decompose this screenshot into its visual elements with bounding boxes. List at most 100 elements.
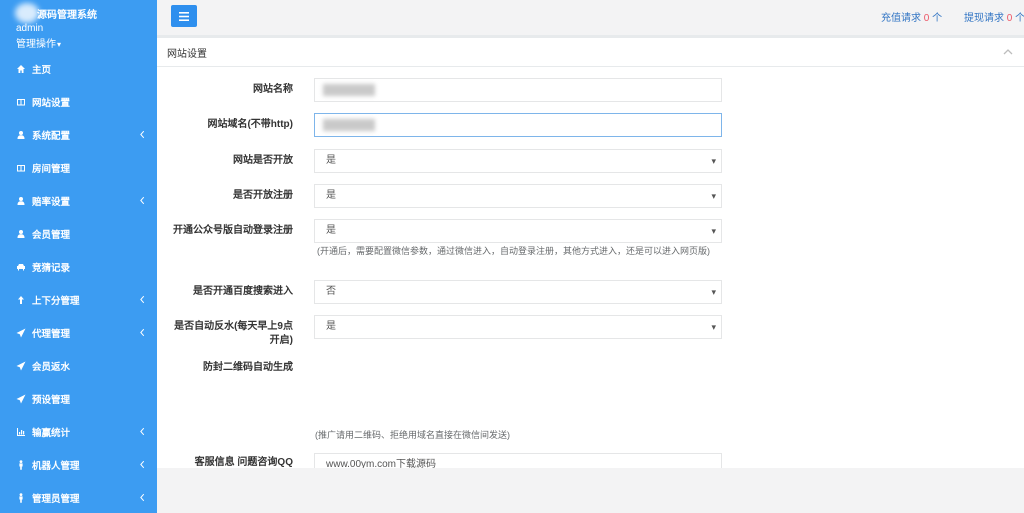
wechat-auto-login-label: 开通公众号版自动登录注册 (173, 225, 293, 236)
panel-title: 网站设置 (167, 49, 207, 60)
site-name-label: 网站名称 (253, 84, 293, 95)
caret-down-icon: ▾ (711, 226, 716, 236)
site-open-select[interactable]: 是 ▾ (314, 149, 722, 173)
chevron-left-icon (140, 427, 145, 436)
male-icon (16, 492, 26, 503)
chevron-up-icon[interactable] (1003, 48, 1013, 55)
chevron-left-icon (140, 328, 145, 337)
select-value: 否 (326, 286, 336, 297)
input-value: www.00ym.com下载源码 (326, 459, 437, 468)
brand-logo (15, 3, 39, 23)
caret-down-icon: ▾ (711, 156, 716, 166)
wechat-auto-login-help: (开通后，需要配置微信参数，通过微信进入，自动登录注册，其他方式进入，还是可以进… (317, 246, 710, 256)
user-icon (16, 229, 26, 239)
caret-down-icon: ▾ (711, 191, 716, 201)
sidebar-item-bet-records[interactable]: 竞猜记录 (0, 250, 157, 283)
withdraw-requests-unit: 个 (1015, 13, 1024, 24)
sidebar-item-site-settings[interactable]: 网站设置 (0, 85, 157, 118)
caret-down-icon: ▾ (57, 40, 62, 49)
auto-rebate-select[interactable]: 是 ▾ (314, 315, 722, 339)
wechat-auto-login-select[interactable]: 是 ▾ (314, 219, 722, 243)
withdraw-requests-label: 提现请求 (964, 13, 1004, 24)
home-icon (16, 64, 26, 74)
withdraw-requests-link[interactable]: 提现请求 0 个 (964, 9, 1024, 24)
sidebar-item-room-management[interactable]: 房间管理 (0, 151, 157, 184)
sidebar-item-label: 管理员管理 (32, 493, 80, 505)
columns-icon (16, 163, 26, 173)
baidu-search-label: 是否开通百度搜索进入 (193, 286, 293, 297)
level-up-icon (16, 295, 26, 305)
bar-chart-icon (16, 427, 26, 437)
user-name: admin (16, 23, 44, 34)
blurred-value (323, 84, 375, 96)
send-icon (16, 328, 26, 338)
sidebar-item-label: 主页 (32, 64, 52, 76)
male-icon (16, 459, 26, 470)
sidebar-item-label: 上下分管理 (32, 295, 80, 307)
sidebar-toggle-button[interactable] (171, 5, 197, 27)
blurred-value (323, 119, 375, 131)
anti-block-qr-help: (推广请用二维码、拒绝用域名直接在微信间发送) (315, 430, 510, 440)
select-value: 是 (326, 155, 336, 166)
user-menu-toggle[interactable]: 管理操作▾ (16, 35, 61, 50)
send-icon (16, 394, 26, 404)
sidebar-item-label: 机器人管理 (32, 460, 80, 472)
top-navbar: 充值请求 0 个 提现请求 0 个 (157, 0, 1024, 35)
recharge-requests-count: 0 (923, 13, 930, 24)
sidebar-item-win-loss-stats[interactable]: 输赢统计 (0, 415, 157, 448)
site-open-label: 网站是否开放 (233, 155, 293, 166)
recharge-requests-label: 充值请求 (881, 13, 921, 24)
withdraw-requests-count: 0 (1006, 13, 1013, 24)
customer-service-label: 客服信息 问题咨询QQ (194, 457, 293, 468)
sidebar-item-preset-management[interactable]: 预设管理 (0, 382, 157, 415)
brand-title: 源码管理系统 (37, 10, 97, 21)
sidebar-item-label: 预设管理 (32, 394, 71, 406)
sidebar: 源码管理系统 admin 管理操作▾ 主页 网站设置 系统配置 房间管理 赔率设… (0, 0, 157, 513)
select-value: 是 (326, 225, 336, 236)
sidebar-item-member-rebate[interactable]: 会员返水 (0, 349, 157, 382)
user-icon (16, 130, 26, 140)
select-value: 是 (326, 321, 336, 332)
panel-header: 网站设置 (157, 35, 1024, 67)
recharge-requests-link[interactable]: 充值请求 0 个 (881, 9, 942, 24)
sidebar-item-member-management[interactable]: 会员管理 (0, 217, 157, 250)
sidebar-item-label: 代理管理 (32, 328, 71, 340)
chevron-left-icon (140, 196, 145, 205)
site-name-input[interactable] (314, 78, 722, 102)
site-domain-label: 网站域名(不带http) (207, 119, 293, 130)
sidebar-item-label: 房间管理 (32, 163, 71, 175)
sidebar-item-label: 输赢统计 (32, 427, 71, 439)
registration-open-select[interactable]: 是 ▾ (314, 184, 722, 208)
registration-open-label: 是否开放注册 (233, 190, 293, 201)
car-icon (16, 262, 26, 272)
hamburger-icon (179, 11, 189, 21)
page-footer-area (157, 468, 1024, 513)
select-value: 是 (326, 190, 336, 201)
chevron-left-icon (140, 460, 145, 469)
settings-panel: 网站设置 网站名称 网站域名(不带http) 网站是否开放 是 ▾ 是否开放注册 … (157, 35, 1024, 468)
chevron-left-icon (140, 295, 145, 304)
anti-block-qr-label: 防封二维码自动生成 (203, 362, 293, 373)
sidebar-item-label: 会员返水 (32, 361, 71, 373)
customer-service-input[interactable]: www.00ym.com下载源码 (314, 453, 722, 468)
sidebar-item-admin-management[interactable]: 管理员管理 (0, 481, 157, 513)
sidebar-item-credit-management[interactable]: 上下分管理 (0, 283, 157, 316)
sidebar-item-odds-settings[interactable]: 赔率设置 (0, 184, 157, 217)
sidebar-item-system-config[interactable]: 系统配置 (0, 118, 157, 151)
sidebar-item-agent-management[interactable]: 代理管理 (0, 316, 157, 349)
sidebar-item-home[interactable]: 主页 (0, 52, 157, 85)
user-icon (16, 196, 26, 206)
caret-down-icon: ▾ (711, 322, 716, 332)
send-icon (16, 361, 26, 371)
caret-down-icon: ▾ (711, 287, 716, 297)
recharge-requests-unit: 个 (932, 13, 943, 24)
site-domain-input[interactable] (314, 113, 722, 137)
sidebar-item-robot-management[interactable]: 机器人管理 (0, 448, 157, 481)
chevron-left-icon (140, 130, 145, 139)
columns-icon (16, 97, 26, 107)
sidebar-item-label: 竞猜记录 (32, 262, 71, 274)
chevron-left-icon (140, 493, 145, 502)
baidu-search-select[interactable]: 否 ▾ (314, 280, 722, 304)
sidebar-item-label: 系统配置 (32, 130, 71, 142)
auto-rebate-label: 是否自动反水(每天早上9点开启) (174, 321, 293, 346)
